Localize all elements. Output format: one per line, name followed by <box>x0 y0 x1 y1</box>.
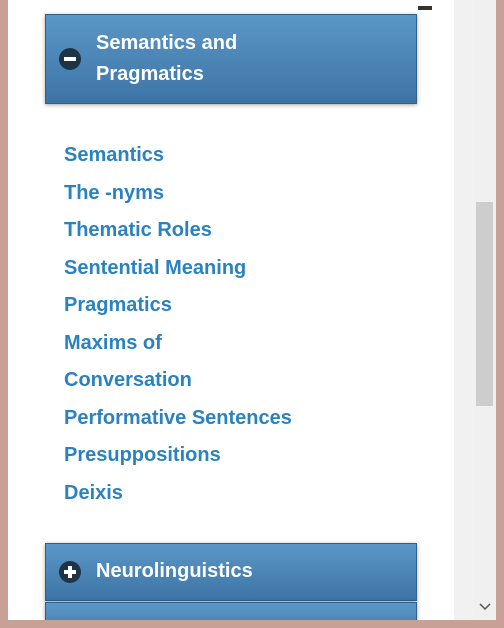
nav-link-pragmatics[interactable]: Pragmatics <box>64 287 292 325</box>
nav-link-maxims-of[interactable]: Maxims of <box>64 325 292 363</box>
plus-circle-icon[interactable] <box>58 560 82 584</box>
chevron-down-icon[interactable] <box>479 600 491 612</box>
accordion-nav: Semantics and Pragmatics Semantics The -… <box>8 0 454 620</box>
accordion-title-line2: Pragmatics <box>96 63 204 85</box>
nav-link-nyms[interactable]: The -nyms <box>64 175 292 213</box>
accordion-title: Neurolinguistics <box>96 560 253 582</box>
accordion-title-line1: Semantics and <box>96 32 238 54</box>
semantics-link-list: Semantics The -nyms Thematic Roles Sente… <box>64 137 292 512</box>
minus-circle-icon[interactable] <box>58 47 82 71</box>
page-margin <box>454 0 474 620</box>
accordion-header-neurolinguistics[interactable]: Neurolinguistics <box>45 543 417 601</box>
nav-link-semantics[interactable]: Semantics <box>64 137 292 175</box>
window-border-bottom <box>8 620 496 628</box>
nav-link-conversation[interactable]: Conversation <box>64 362 292 400</box>
nav-link-sentential-meaning[interactable]: Sentential Meaning <box>64 250 292 288</box>
nav-link-thematic-roles[interactable]: Thematic Roles <box>64 212 292 250</box>
scrollbar-thumb[interactable] <box>476 202 493 406</box>
accordion-title: Semantics and Pragmatics <box>96 28 296 90</box>
nav-link-deixis[interactable]: Deixis <box>64 475 292 513</box>
window-control <box>418 6 432 10</box>
accordion-header-next[interactable] <box>45 602 417 620</box>
nav-link-presuppositions[interactable]: Presuppositions <box>64 437 292 475</box>
sidebar-window: Semantics and Pragmatics Semantics The -… <box>8 0 496 620</box>
vertical-scrollbar[interactable] <box>474 0 496 620</box>
nav-link-performative-sentences[interactable]: Performative Sentences <box>64 400 292 438</box>
accordion-header-semantics[interactable]: Semantics and Pragmatics <box>45 14 417 104</box>
